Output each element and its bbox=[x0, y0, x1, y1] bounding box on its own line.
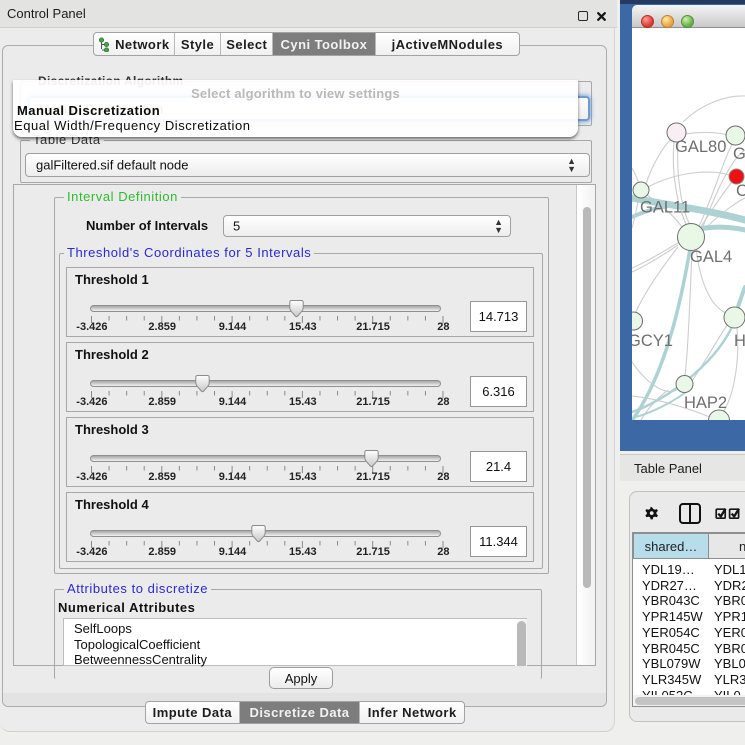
svg-text:C: C bbox=[736, 182, 745, 200]
svg-text:HAP2: HAP2 bbox=[684, 394, 727, 412]
svg-text:GAL11: GAL11 bbox=[640, 199, 690, 217]
svg-text:GA: GA bbox=[733, 145, 745, 163]
svg-text:GAL4: GAL4 bbox=[690, 248, 732, 266]
svg-text:GCY1: GCY1 bbox=[632, 332, 673, 350]
svg-text:GAL80: GAL80 bbox=[675, 138, 726, 156]
svg-text:H: H bbox=[734, 332, 745, 350]
